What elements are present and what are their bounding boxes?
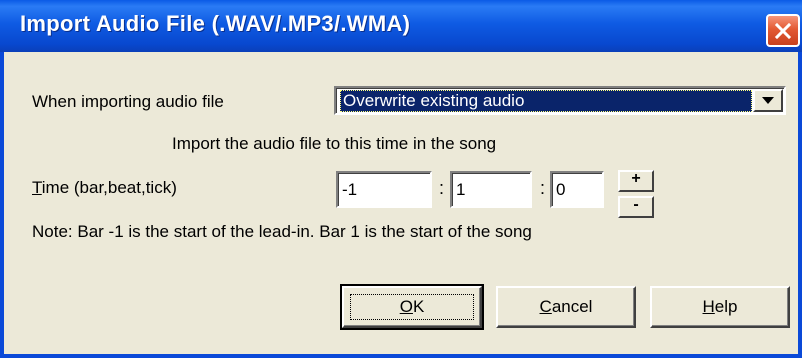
cancel-mnemonic: C [539, 297, 552, 316]
cancel-button-label: Cancel [540, 297, 593, 317]
import-mode-label: When importing audio file [32, 92, 224, 111]
title-bar[interactable]: Import Audio File (.WAV/.MP3/.WMA) [0, 0, 802, 52]
time-label: Time (bar,beat,tick) [32, 178, 177, 198]
beat-field[interactable] [450, 171, 532, 208]
help-rest: elp [714, 297, 738, 316]
import-audio-dialog: Import Audio File (.WAV/.MP3/.WMA) When … [0, 0, 802, 358]
bar-field[interactable] [336, 171, 432, 208]
cancel-rest: ancel [551, 297, 593, 316]
bar-beat-separator: : [439, 178, 445, 198]
instruction-text: Import the audio file to this time in th… [172, 134, 497, 153]
help-mnemonic: H [702, 297, 715, 316]
window-title: Import Audio File (.WAV/.MP3/.WMA) [20, 11, 411, 36]
time-label-mnemonic: T [32, 178, 42, 197]
import-mode-dropdown[interactable]: Overwrite existing audio [334, 86, 786, 115]
close-button[interactable] [766, 14, 800, 47]
help-button[interactable]: Help [650, 286, 790, 328]
cancel-button[interactable]: Cancel [496, 286, 636, 328]
beat-tick-separator: : [540, 178, 546, 198]
time-label-rest: ime (bar,beat,tick) [41, 178, 177, 197]
focus-rectangle [350, 294, 474, 320]
window-frame-right [798, 52, 802, 358]
increment-button[interactable]: + [618, 170, 654, 192]
window-frame-left [0, 52, 4, 358]
dropdown-arrow-button[interactable] [753, 89, 783, 112]
tick-field[interactable] [550, 171, 604, 208]
import-mode-selected: Overwrite existing audio [340, 90, 752, 112]
close-icon [774, 22, 792, 39]
decrement-button[interactable]: - [618, 196, 654, 218]
help-button-label: Help [703, 297, 738, 317]
ok-button[interactable]: OK [340, 284, 484, 330]
window-frame-bottom [0, 354, 802, 358]
note-text: Note: Bar -1 is the start of the lead-in… [32, 222, 532, 241]
chevron-down-icon [762, 96, 774, 104]
